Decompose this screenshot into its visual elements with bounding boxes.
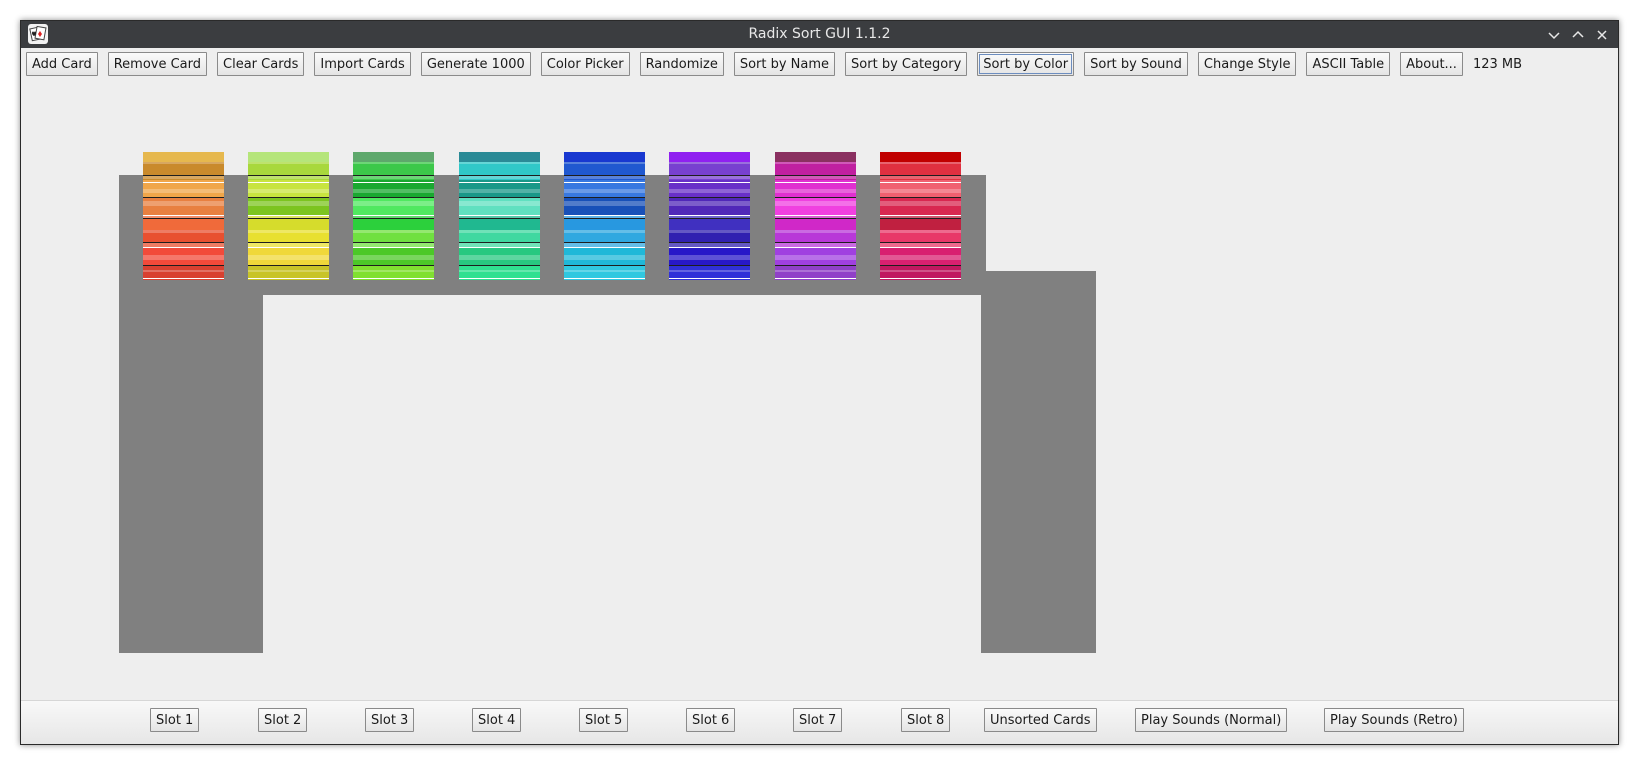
maximize-button[interactable] bbox=[1570, 27, 1586, 43]
play-sounds-retro-button[interactable]: Play Sounds (Retro) bbox=[1324, 708, 1464, 732]
sort-by-name-button[interactable]: Sort by Name bbox=[733, 52, 836, 76]
card-pile-slot-4[interactable] bbox=[459, 152, 540, 280]
close-button[interactable] bbox=[1594, 27, 1610, 43]
remove-card-button[interactable]: Remove Card bbox=[107, 52, 208, 76]
color-picker-button[interactable]: Color Picker bbox=[540, 52, 630, 76]
chevron-down-icon bbox=[1548, 31, 1560, 39]
sort-by-sound-button[interactable]: Sort by Sound bbox=[1084, 52, 1188, 76]
card-pile-slot-3[interactable] bbox=[353, 152, 434, 280]
slot-6-button[interactable]: Slot 6 bbox=[686, 708, 736, 732]
slot-3-button[interactable]: Slot 3 bbox=[365, 708, 415, 732]
slot-1-button[interactable]: Slot 1 bbox=[150, 708, 200, 732]
ascii-table-button[interactable]: ASCII Table bbox=[1306, 52, 1391, 76]
sort-by-category-button[interactable]: Sort by Category bbox=[845, 52, 968, 76]
sorting-canvas bbox=[21, 80, 1618, 700]
window-title: Radix Sort GUI 1.1.2 bbox=[748, 26, 891, 42]
randomize-button[interactable]: Randomize bbox=[639, 52, 724, 76]
play-sounds-normal-button[interactable]: Play Sounds (Normal) bbox=[1135, 708, 1288, 732]
add-card-button[interactable]: Add Card bbox=[26, 52, 98, 76]
sort-by-color-button[interactable]: Sort by Color bbox=[977, 52, 1075, 76]
bottom-bar: Slot 1 Slot 2 Slot 3 Slot 4 Slot 5 Slot … bbox=[21, 700, 1618, 744]
unsorted-tray bbox=[981, 271, 1096, 653]
card-pile-slot-6[interactable] bbox=[669, 152, 750, 280]
memory-usage-label: 123 MB bbox=[1472, 56, 1523, 72]
card-pile-slot-1[interactable] bbox=[143, 152, 224, 280]
generate-1000-button[interactable]: Generate 1000 bbox=[420, 52, 531, 76]
close-icon bbox=[1597, 29, 1607, 40]
clear-cards-button[interactable]: Clear Cards bbox=[217, 52, 305, 76]
card-pile-slot-5[interactable] bbox=[564, 152, 645, 280]
minimize-button[interactable] bbox=[1546, 27, 1562, 43]
toolbar: Add Card Remove Card Clear Cards Import … bbox=[21, 48, 1618, 80]
import-cards-button[interactable]: Import Cards bbox=[314, 52, 411, 76]
slot-5-button[interactable]: Slot 5 bbox=[579, 708, 629, 732]
app-window: Radix Sort GUI 1.1.2 Add Card Remove Car… bbox=[20, 20, 1619, 745]
card-pile-slot-7[interactable] bbox=[775, 152, 856, 280]
card-pile-slot-8[interactable] bbox=[880, 152, 961, 280]
slot-4-button[interactable]: Slot 4 bbox=[472, 708, 522, 732]
about-button[interactable]: About... bbox=[1400, 52, 1463, 76]
card-pile-slot-2[interactable] bbox=[248, 152, 329, 280]
slot-2-button[interactable]: Slot 2 bbox=[258, 708, 308, 732]
change-style-button[interactable]: Change Style bbox=[1197, 52, 1297, 76]
chevron-up-icon bbox=[1572, 30, 1584, 38]
title-bar[interactable]: Radix Sort GUI 1.1.2 bbox=[21, 21, 1618, 48]
unsorted-cards-button[interactable]: Unsorted Cards bbox=[984, 708, 1097, 732]
slot-7-button[interactable]: Slot 7 bbox=[793, 708, 843, 732]
slot-8-button[interactable]: Slot 8 bbox=[901, 708, 951, 732]
